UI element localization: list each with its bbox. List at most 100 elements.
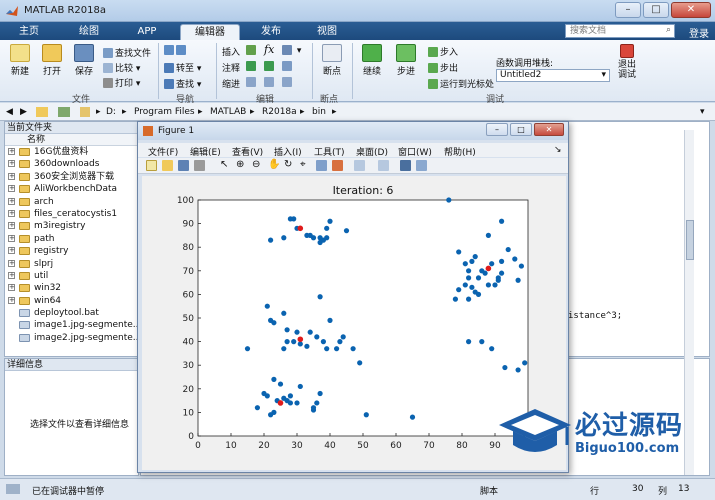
save-button[interactable]: 保存 bbox=[70, 44, 98, 77]
address-dropdown-icon[interactable]: ▾ bbox=[700, 107, 705, 117]
up-folder-icon[interactable] bbox=[36, 107, 48, 117]
fx-button[interactable]: fx bbox=[264, 43, 274, 56]
find-files-button[interactable]: 查找文件 bbox=[103, 46, 151, 59]
expand-icon[interactable]: + bbox=[8, 234, 15, 242]
link-icon[interactable] bbox=[316, 160, 327, 171]
indent-button[interactable]: 缩进 bbox=[222, 77, 240, 90]
folder-row[interactable]: + util bbox=[5, 270, 138, 282]
folder-row[interactable]: + win64 bbox=[5, 295, 138, 307]
expand-icon[interactable]: + bbox=[8, 296, 15, 304]
expand-icon[interactable]: + bbox=[8, 259, 15, 267]
expand-icon[interactable]: + bbox=[8, 197, 15, 205]
menu-file[interactable]: 文件(F) bbox=[148, 145, 178, 158]
forward-nav-icon[interactable]: ▶ bbox=[20, 107, 27, 117]
uncomment-icon[interactable] bbox=[264, 61, 276, 72]
legend-icon[interactable] bbox=[378, 160, 389, 171]
menu-tools[interactable]: 工具(T) bbox=[314, 145, 345, 158]
open-file-icon[interactable] bbox=[162, 160, 173, 171]
tab-publish[interactable]: 发布 bbox=[248, 24, 294, 40]
find-button[interactable]: 查找 ▾ bbox=[164, 77, 201, 90]
comment-button[interactable]: 注释 bbox=[222, 61, 240, 74]
step-button[interactable]: 步进 bbox=[392, 44, 420, 77]
folder-row[interactable]: + AliWorkbenchData bbox=[5, 183, 138, 195]
brush-icon[interactable] bbox=[332, 160, 343, 171]
pan-icon[interactable]: ✋ bbox=[268, 160, 280, 171]
folder-row[interactable]: + files_ceratocystis1 bbox=[5, 208, 138, 220]
crumb-bin[interactable]: bin bbox=[312, 107, 326, 117]
menu-dock-icon[interactable]: ↘ bbox=[554, 145, 562, 155]
search-icon[interactable]: ⌕ bbox=[666, 25, 671, 35]
goto-button[interactable]: 转至 ▾ bbox=[164, 61, 201, 74]
crumb-r2018a[interactable]: R2018a bbox=[262, 107, 297, 117]
new-button[interactable]: 新建 bbox=[6, 44, 34, 77]
login-button[interactable]: 登录 bbox=[689, 25, 709, 40]
folder-row[interactable]: +16G优盘资料 bbox=[5, 146, 138, 158]
tab-plots[interactable]: 绘图 bbox=[66, 24, 112, 40]
menu-edit[interactable]: 编辑(E) bbox=[190, 145, 221, 158]
zoom-out-icon[interactable]: ⊖ bbox=[252, 160, 263, 171]
wrap-comment-icon[interactable] bbox=[282, 61, 294, 72]
rotate-icon[interactable]: ↻ bbox=[284, 160, 295, 171]
tab-editor[interactable]: 编辑器 bbox=[180, 24, 240, 40]
tab-view[interactable]: 视图 bbox=[304, 24, 350, 40]
expand-icon[interactable]: + bbox=[8, 284, 15, 292]
comment-percent-icon[interactable] bbox=[246, 61, 258, 72]
print-button[interactable]: 打印 ▾ bbox=[103, 76, 140, 89]
file-row[interactable]: deploytool.bat bbox=[5, 307, 138, 319]
crumb-drive[interactable]: D: bbox=[106, 107, 116, 117]
figure-close-button[interactable]: ✕ bbox=[534, 123, 564, 136]
menu-desktop[interactable]: 桌面(D) bbox=[356, 145, 388, 158]
expand-icon[interactable]: + bbox=[8, 209, 15, 217]
figure-minimize-button[interactable]: – bbox=[486, 123, 508, 136]
menu-window[interactable]: 窗口(W) bbox=[398, 145, 432, 158]
run-to-cursor-button[interactable]: 运行到光标处 bbox=[428, 77, 494, 90]
folder-row[interactable]: + registry bbox=[5, 245, 138, 257]
expand-icon[interactable]: + bbox=[8, 160, 15, 168]
folder-row[interactable]: +360downloads bbox=[5, 158, 138, 170]
crumb-matlab[interactable]: MATLAB bbox=[210, 107, 246, 117]
pointer-icon[interactable]: ↖ bbox=[220, 160, 231, 171]
new-figure-icon[interactable] bbox=[146, 160, 157, 171]
expand-icon[interactable]: + bbox=[8, 271, 15, 279]
colorbar-icon[interactable] bbox=[354, 160, 365, 171]
folder-row[interactable]: + arch bbox=[5, 196, 138, 208]
decrease-indent-icon[interactable] bbox=[282, 77, 294, 88]
folder-row[interactable]: + m3iregistry bbox=[5, 220, 138, 232]
insert-section-icon[interactable]: ▾ bbox=[282, 45, 301, 56]
expand-icon[interactable]: + bbox=[8, 222, 15, 230]
editor-code-line[interactable]: istance^3; bbox=[568, 311, 622, 321]
search-input[interactable]: 搜索文档 bbox=[565, 24, 675, 38]
menu-view[interactable]: 查看(V) bbox=[232, 145, 263, 158]
folder-row[interactable]: + slprj bbox=[5, 258, 138, 270]
scrollbar-thumb[interactable] bbox=[686, 220, 694, 260]
browse-folder-icon[interactable] bbox=[58, 107, 70, 117]
expand-icon[interactable]: + bbox=[8, 148, 15, 155]
increase-indent-icon[interactable] bbox=[264, 77, 276, 88]
insert-menu-icon[interactable] bbox=[246, 45, 258, 56]
expand-icon[interactable]: + bbox=[8, 172, 15, 180]
tab-home[interactable]: 主页 bbox=[6, 24, 52, 40]
menu-help[interactable]: 帮助(H) bbox=[444, 145, 476, 158]
figure-maximize-button[interactable]: □ bbox=[510, 123, 532, 136]
back-nav-icon[interactable]: ◀ bbox=[6, 107, 13, 117]
back-forward-buttons[interactable] bbox=[164, 45, 188, 56]
file-row[interactable]: image1.jpg-segmente... bbox=[5, 319, 138, 331]
call-stack-select[interactable]: Untitled2 ▾ bbox=[496, 69, 610, 82]
menu-insert[interactable]: 插入(I) bbox=[274, 145, 302, 158]
save-figure-icon[interactable] bbox=[178, 160, 189, 171]
continue-button[interactable]: 继续 bbox=[358, 44, 386, 77]
close-button[interactable]: ✕ bbox=[671, 2, 711, 18]
folder-row[interactable]: +360安全浏览器下载 bbox=[5, 171, 138, 183]
back-arrow-icon[interactable] bbox=[164, 45, 174, 55]
expand-icon[interactable]: + bbox=[8, 247, 15, 255]
show-plot-tools-icon[interactable] bbox=[416, 160, 427, 171]
quit-debug-button[interactable]: 退出 调试 bbox=[614, 44, 640, 80]
zoom-in-icon[interactable]: ⊕ bbox=[236, 160, 247, 171]
folder-row[interactable]: + win32 bbox=[5, 282, 138, 294]
step-out-button[interactable]: 步出 bbox=[428, 61, 458, 74]
print-figure-icon[interactable] bbox=[194, 160, 205, 171]
tab-apps[interactable]: APP bbox=[124, 24, 170, 40]
smart-indent-icon[interactable] bbox=[246, 77, 258, 88]
crumb-program-files[interactable]: Program Files bbox=[134, 107, 195, 117]
column-header-name[interactable]: 名称 bbox=[5, 134, 138, 146]
